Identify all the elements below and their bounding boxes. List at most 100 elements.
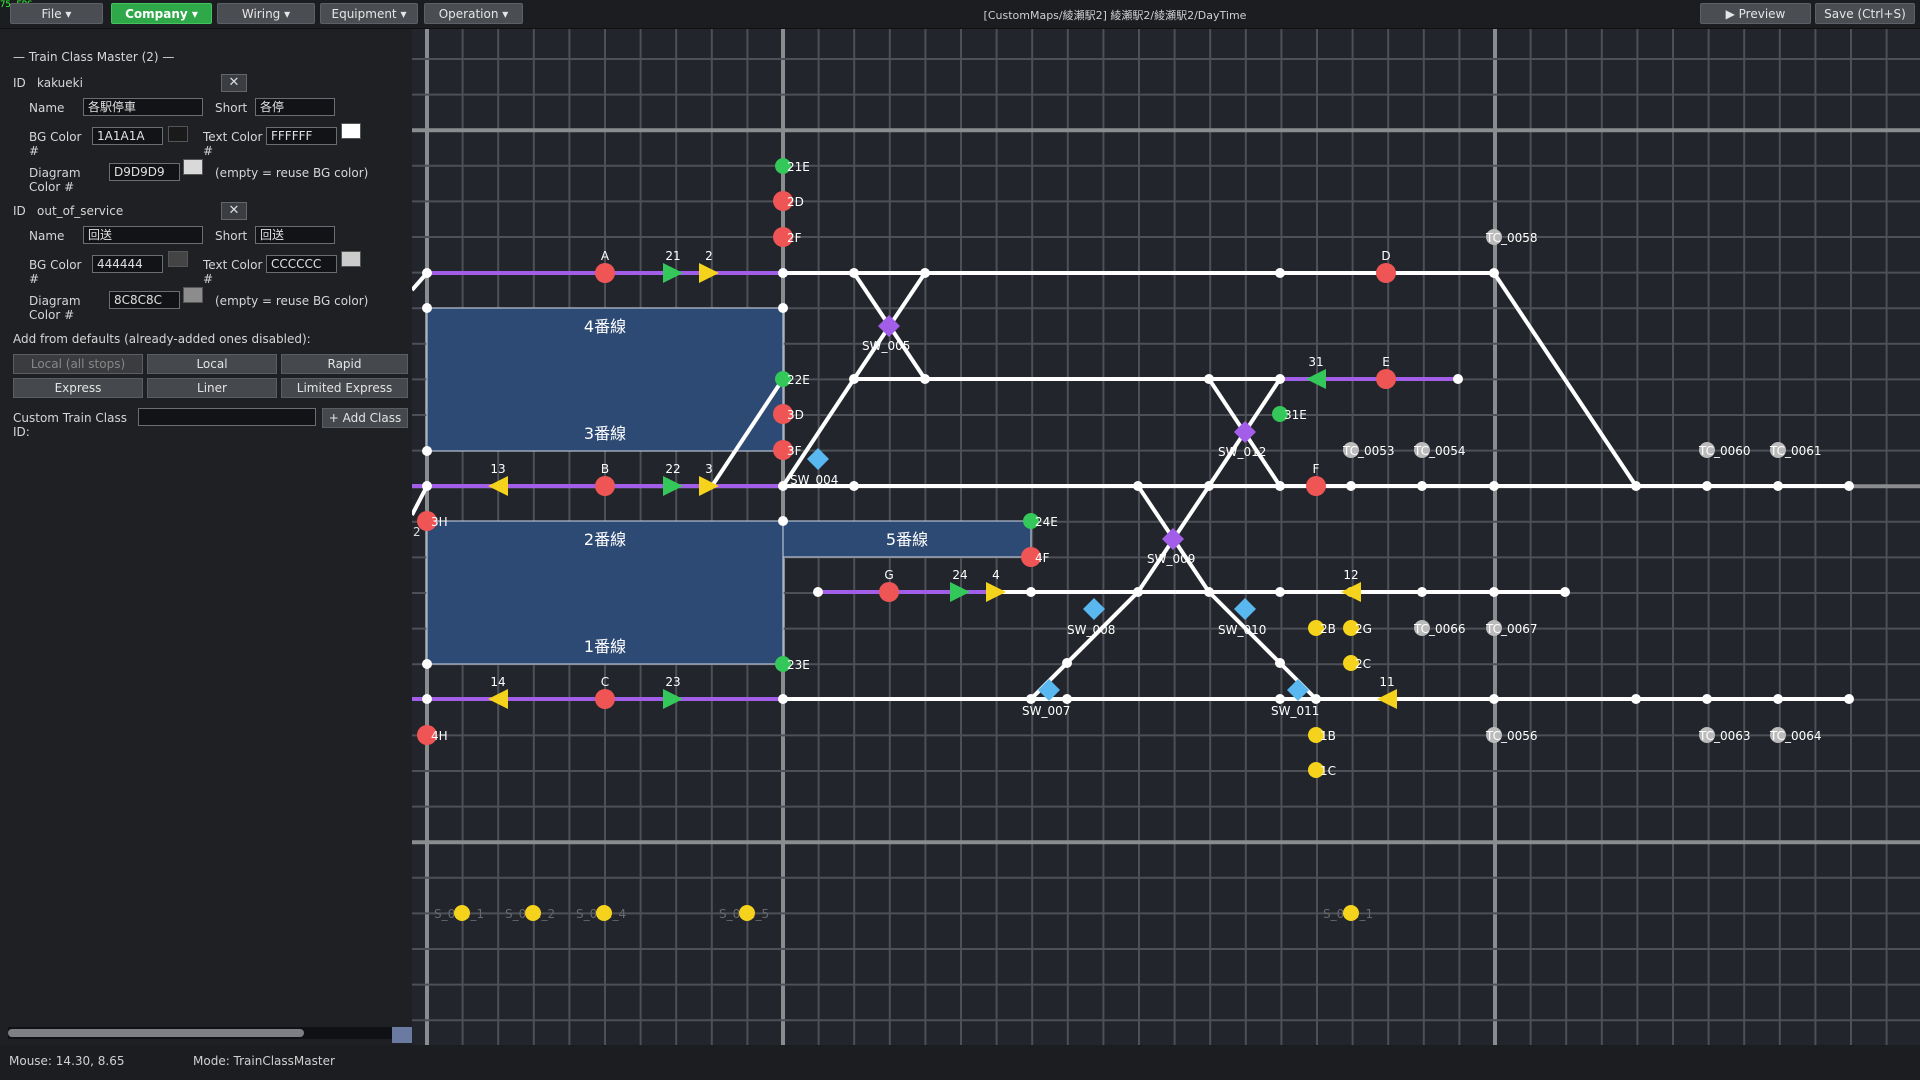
default-class-button[interactable]: Limited Express [281, 378, 408, 398]
track-node[interactable] [1489, 268, 1499, 278]
default-class-button[interactable]: Local (all stops) [13, 354, 143, 374]
track-node[interactable] [1204, 587, 1214, 597]
track-node[interactable] [920, 374, 930, 384]
signal-arrow-label: 2 [705, 249, 713, 263]
stop-marker[interactable] [739, 905, 755, 921]
track-node[interactable] [1844, 694, 1854, 704]
track-node[interactable] [1631, 694, 1641, 704]
wiring-menu-button[interactable]: Wiring ▾ [217, 3, 315, 24]
save-button[interactable]: Save (Ctrl+S) [1815, 3, 1915, 24]
horizontal-scrollbar[interactable] [8, 1027, 412, 1039]
company-menu-button[interactable]: Company ▾ [111, 3, 212, 24]
diagram-color-swatch[interactable] [183, 287, 203, 303]
stop-marker[interactable] [454, 905, 470, 921]
name-input[interactable]: 各駅停車 [83, 98, 203, 116]
track-map-canvas[interactable]: 4番線 3番線 2番線 1番線 5番線 2 A B C D E F G 21E 2D 2F 22E 3… [412, 29, 1920, 1045]
track-node[interactable] [778, 694, 788, 704]
track-node[interactable] [1026, 587, 1036, 597]
diagram-color-swatch[interactable] [183, 159, 203, 175]
track-node[interactable] [1417, 587, 1427, 597]
track-node[interactable] [422, 268, 432, 278]
bg-color-input[interactable]: 444444 [92, 255, 163, 273]
text-color-input[interactable]: CCCCCC [266, 255, 337, 273]
bg-color-input[interactable]: 1A1A1A [92, 127, 163, 145]
stop-marker[interactable] [596, 905, 612, 921]
track-node[interactable] [1773, 694, 1783, 704]
track-node[interactable] [1204, 374, 1214, 384]
track-node[interactable] [1275, 268, 1285, 278]
track-node[interactable] [778, 481, 788, 491]
track-node[interactable] [1275, 658, 1285, 668]
default-class-button[interactable]: Rapid [281, 354, 408, 374]
bg-color-swatch[interactable] [168, 251, 188, 267]
track-node[interactable] [849, 268, 859, 278]
add-class-button[interactable]: + Add Class [322, 408, 408, 428]
track-node[interactable] [849, 374, 859, 384]
text-color-input[interactable]: FFFFFF [266, 127, 337, 145]
track-node[interactable] [1311, 694, 1321, 704]
default-class-button[interactable]: Liner [147, 378, 277, 398]
track-node[interactable] [1026, 694, 1036, 704]
stop-marker[interactable] [1343, 905, 1359, 921]
track-node[interactable] [1702, 481, 1712, 491]
track-node[interactable] [920, 268, 930, 278]
scrollbar-thumb[interactable] [8, 1029, 304, 1037]
default-class-button[interactable]: Express [13, 378, 143, 398]
track-node[interactable] [1702, 694, 1712, 704]
track-node[interactable] [422, 481, 432, 491]
track-node[interactable] [1133, 481, 1143, 491]
text-color-swatch[interactable] [341, 123, 361, 139]
custom-class-input[interactable] [138, 408, 316, 426]
track-node[interactable] [422, 303, 432, 313]
default-class-button[interactable]: Local [147, 354, 277, 374]
stop-marker[interactable] [525, 905, 541, 921]
signal-red[interactable] [595, 689, 615, 709]
signal-red[interactable] [595, 476, 615, 496]
file-menu-button[interactable]: File ▾ [10, 3, 103, 24]
track-node[interactable] [1773, 481, 1783, 491]
track-node[interactable] [1275, 374, 1285, 384]
preview-button[interactable]: ▶ Preview [1700, 3, 1811, 24]
signal-red[interactable] [595, 263, 615, 283]
track-node[interactable] [813, 587, 823, 597]
diagram-color-input[interactable]: D9D9D9 [109, 163, 180, 181]
short-input[interactable]: 回送 [255, 226, 335, 244]
track-node[interactable] [1631, 481, 1641, 491]
track-node[interactable] [1489, 481, 1499, 491]
track-node[interactable] [422, 659, 432, 669]
track-node[interactable] [1417, 481, 1427, 491]
track-node[interactable] [778, 268, 788, 278]
delete-class-button[interactable]: ✕ [221, 74, 247, 92]
track-node[interactable] [1062, 694, 1072, 704]
track-node[interactable] [1275, 694, 1285, 704]
signal-red[interactable] [1376, 369, 1396, 389]
text-color-swatch[interactable] [341, 251, 361, 267]
track-node[interactable] [1204, 481, 1214, 491]
track-node[interactable] [849, 481, 859, 491]
track-node[interactable] [1489, 587, 1499, 597]
track-node[interactable] [1453, 374, 1463, 384]
track-node[interactable] [778, 303, 788, 313]
name-input[interactable]: 回送 [83, 226, 203, 244]
track-node[interactable] [1062, 658, 1072, 668]
signal-red[interactable] [1376, 263, 1396, 283]
signal-red[interactable] [879, 582, 899, 602]
track-node[interactable] [1844, 481, 1854, 491]
operation-menu-button[interactable]: Operation ▾ [424, 3, 523, 24]
track-node[interactable] [778, 516, 788, 526]
track-node[interactable] [1346, 481, 1356, 491]
track-node[interactable] [1275, 587, 1285, 597]
scroll-corner-handle[interactable] [392, 1027, 412, 1043]
bg-color-swatch[interactable] [168, 126, 188, 142]
equipment-menu-button[interactable]: Equipment ▾ [320, 3, 418, 24]
diagram-color-input[interactable]: 8C8C8C [109, 291, 180, 309]
track-node[interactable] [1560, 587, 1570, 597]
delete-class-button[interactable]: ✕ [221, 202, 247, 220]
track-node[interactable] [1133, 587, 1143, 597]
short-input[interactable]: 各停 [255, 98, 335, 116]
signal-red[interactable] [1306, 476, 1326, 496]
track-node[interactable] [422, 694, 432, 704]
track-node[interactable] [1275, 481, 1285, 491]
track-node[interactable] [422, 446, 432, 456]
track-node[interactable] [1489, 694, 1499, 704]
